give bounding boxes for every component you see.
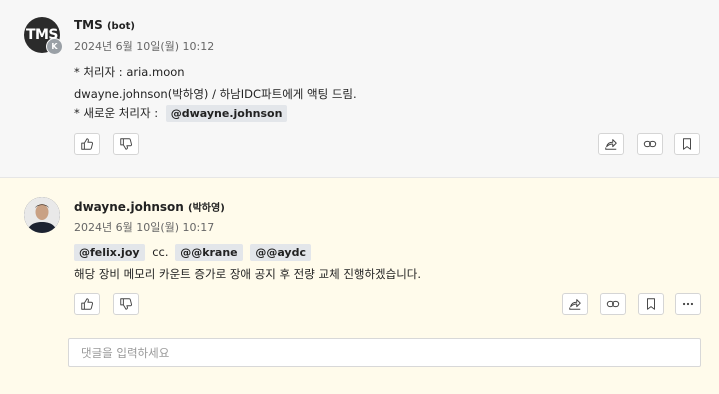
- share-icon: [605, 139, 617, 150]
- thumbs-up-icon: [81, 138, 93, 150]
- mention-tag[interactable]: @@aydc: [250, 244, 311, 261]
- author-name[interactable]: dwayne.johnson (박하영): [74, 199, 225, 214]
- link-icon: [643, 140, 657, 148]
- mention-line: @felix.joy cc. @@krane @@aydc: [74, 244, 311, 261]
- bot-avatar[interactable]: TMS K: [24, 17, 63, 55]
- message-line: * 처리자 : aria.moon: [74, 65, 185, 79]
- share-icon: [569, 299, 581, 310]
- thumbs-up-icon: [81, 298, 93, 310]
- bookmark-icon: [683, 138, 691, 150]
- message-line: 해당 장비 메모리 카운트 증가로 장애 공지 후 전량 교체 진행하겠습니다.: [74, 267, 422, 281]
- message-line: dwayne.johnson(박하영) / 하남IDC파트에게 액팅 드림.: [74, 87, 357, 101]
- timestamp: 2024년 6월 10일(월) 10:12: [74, 40, 215, 53]
- mention-tag[interactable]: @@krane: [175, 244, 243, 261]
- bot-badge: K: [46, 38, 63, 55]
- bookmark-button[interactable]: [674, 133, 700, 155]
- copy-link-button[interactable]: [637, 133, 663, 155]
- like-button[interactable]: [74, 133, 100, 155]
- cc-label: cc.: [152, 245, 169, 259]
- link-icon: [606, 300, 620, 308]
- mention-tag[interactable]: @felix.joy: [74, 244, 145, 261]
- message-line-text: * 새로운 처리자 :: [74, 106, 159, 120]
- comment-input[interactable]: [68, 338, 701, 367]
- author-suffix: (박하영): [188, 203, 225, 214]
- bookmark-icon: [647, 298, 655, 310]
- copy-link-button[interactable]: [600, 293, 626, 315]
- thumbs-down-icon: [120, 298, 132, 310]
- like-button[interactable]: [74, 293, 100, 315]
- message-line: * 새로운 처리자 : @dwayne.johnson: [74, 105, 288, 122]
- mention-tag[interactable]: @dwayne.johnson: [165, 105, 288, 122]
- author-name-text: TMS: [74, 18, 103, 32]
- timestamp: 2024년 6월 10일(월) 10:17: [74, 221, 215, 234]
- dislike-button[interactable]: [113, 133, 139, 155]
- user-avatar[interactable]: [24, 197, 60, 233]
- more-options-button[interactable]: [675, 293, 701, 315]
- thumbs-down-icon: [120, 138, 132, 150]
- share-button[interactable]: [562, 293, 588, 315]
- dislike-button[interactable]: [113, 293, 139, 315]
- profile-photo-icon: [24, 197, 60, 233]
- bookmark-button[interactable]: [638, 293, 664, 315]
- share-button[interactable]: [598, 133, 624, 155]
- author-suffix: (bot): [106, 21, 135, 32]
- author-name[interactable]: TMS (bot): [74, 18, 135, 32]
- author-name-text: dwayne.johnson: [74, 200, 184, 214]
- more-icon: [682, 302, 694, 306]
